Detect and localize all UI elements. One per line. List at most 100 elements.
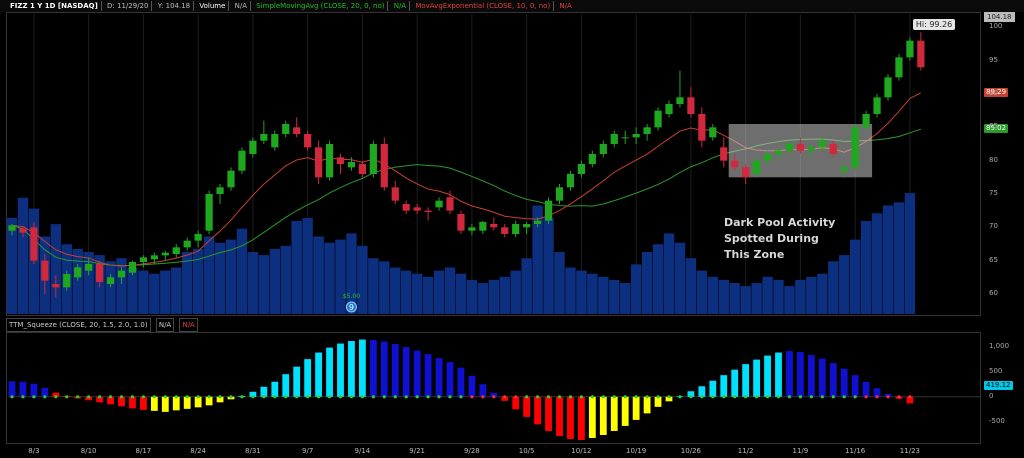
- volume-bar: [576, 270, 587, 314]
- price-axis-tick: 100: [989, 22, 1003, 31]
- volume-bar: [707, 276, 718, 314]
- volume-bar: [828, 261, 839, 314]
- momentum-bar: [479, 384, 487, 397]
- squeeze-dot: [809, 395, 813, 399]
- high-price-tag: Hi: 99.26: [912, 19, 956, 31]
- volume-bar: [105, 261, 116, 314]
- annotation-line-3: This Zone: [724, 248, 785, 261]
- momentum-bar: [851, 375, 859, 397]
- squeeze-dot: [744, 395, 748, 399]
- volume-bar: [554, 252, 565, 314]
- volume-bar: [674, 242, 686, 314]
- date-axis-tick: 11/2: [737, 447, 754, 455]
- squeeze-dot: [349, 395, 354, 399]
- volume-bar: [138, 270, 149, 314]
- candle-body: [731, 160, 739, 168]
- date-axis-tick: 8/17: [135, 447, 152, 455]
- date-axis-tick: 10/12: [571, 447, 592, 455]
- squeeze-dot: [174, 395, 178, 399]
- volume-bar: [521, 258, 532, 314]
- squeeze-dot: [163, 395, 167, 399]
- candle-body: [763, 154, 772, 161]
- momentum-bar: [862, 381, 870, 397]
- momentum-bar: [534, 396, 541, 425]
- candle-body: [150, 255, 158, 260]
- volume-bar: [499, 276, 510, 314]
- momentum-bar: [271, 381, 279, 397]
- momentum-bar: [337, 343, 344, 397]
- momentum-bar: [140, 396, 147, 410]
- candle-body: [380, 144, 388, 188]
- candle-body: [676, 97, 684, 104]
- momentum-bar: [588, 396, 596, 438]
- momentum-bar: [8, 381, 16, 397]
- squeeze-dot: [21, 395, 25, 399]
- date-axis-tick: 10/19: [626, 447, 647, 455]
- volume-bar: [149, 273, 160, 314]
- momentum-bar: [391, 344, 399, 397]
- chart-canvas[interactable]: 9 $5.00: [0, 0, 1024, 458]
- momentum-bar: [315, 352, 322, 397]
- squeeze-dot: [371, 395, 375, 399]
- squeeze-dot: [360, 395, 364, 399]
- volume-bar: [762, 276, 773, 314]
- candle-body: [282, 124, 290, 134]
- candle-body: [884, 77, 892, 98]
- squeeze-dot: [10, 395, 14, 399]
- volume-bar: [795, 279, 806, 314]
- candle-body: [654, 110, 662, 128]
- candle-body: [315, 147, 323, 178]
- candle-body: [895, 57, 903, 78]
- candle-body: [534, 220, 542, 224]
- volume-bar: [313, 236, 324, 314]
- momentum-bar: [621, 396, 629, 426]
- squeeze-dot: [393, 395, 397, 399]
- squeeze-dot: [98, 395, 102, 399]
- squeeze-dot: [196, 395, 200, 399]
- momentum-bar: [150, 396, 158, 411]
- squeeze-dot: [590, 395, 594, 399]
- squeeze-dot: [755, 395, 759, 399]
- squeeze-dot: [327, 395, 332, 399]
- squeeze-dot: [798, 395, 803, 399]
- momentum-bar: [567, 396, 574, 439]
- candle-body: [96, 264, 104, 282]
- volume-bar: [784, 286, 795, 314]
- momentum-bar: [523, 396, 531, 417]
- momentum-bar: [369, 340, 377, 397]
- date-axis-tick: 11/9: [792, 447, 809, 455]
- candle-body: [862, 114, 870, 128]
- momentum-bar: [807, 355, 815, 397]
- squeeze-dot: [87, 395, 91, 399]
- candle-body: [665, 104, 673, 114]
- candle-body: [74, 267, 82, 278]
- squeeze-dot: [481, 395, 485, 399]
- candle-body: [63, 274, 71, 288]
- candle-body: [271, 134, 279, 148]
- volume-bar: [620, 283, 631, 314]
- squeeze-dot: [875, 395, 879, 399]
- volume-bar: [324, 242, 335, 314]
- momentum-bar: [380, 341, 388, 397]
- squeeze-dot: [404, 395, 408, 399]
- momentum-bar: [818, 358, 826, 397]
- volume-bar: [641, 252, 653, 314]
- candle-body: [117, 270, 126, 278]
- squeeze-dot: [645, 395, 649, 399]
- price-axis-tick: 85: [989, 122, 998, 131]
- momentum-bar: [512, 396, 520, 410]
- squeeze-dot: [908, 395, 912, 399]
- squeeze-dot: [273, 395, 277, 399]
- squeeze-dot: [601, 395, 605, 399]
- squeeze-dot: [130, 395, 135, 399]
- volume-bar: [444, 267, 456, 314]
- volume-bar: [488, 279, 499, 314]
- volume-bar: [401, 270, 412, 314]
- candle-body: [577, 164, 585, 174]
- candle-body: [490, 224, 498, 228]
- momentum-bar: [183, 396, 191, 409]
- volume-bar: [849, 239, 861, 314]
- volume-bar: [729, 283, 740, 314]
- squeeze-dot: [546, 395, 551, 399]
- candle-body: [555, 187, 564, 201]
